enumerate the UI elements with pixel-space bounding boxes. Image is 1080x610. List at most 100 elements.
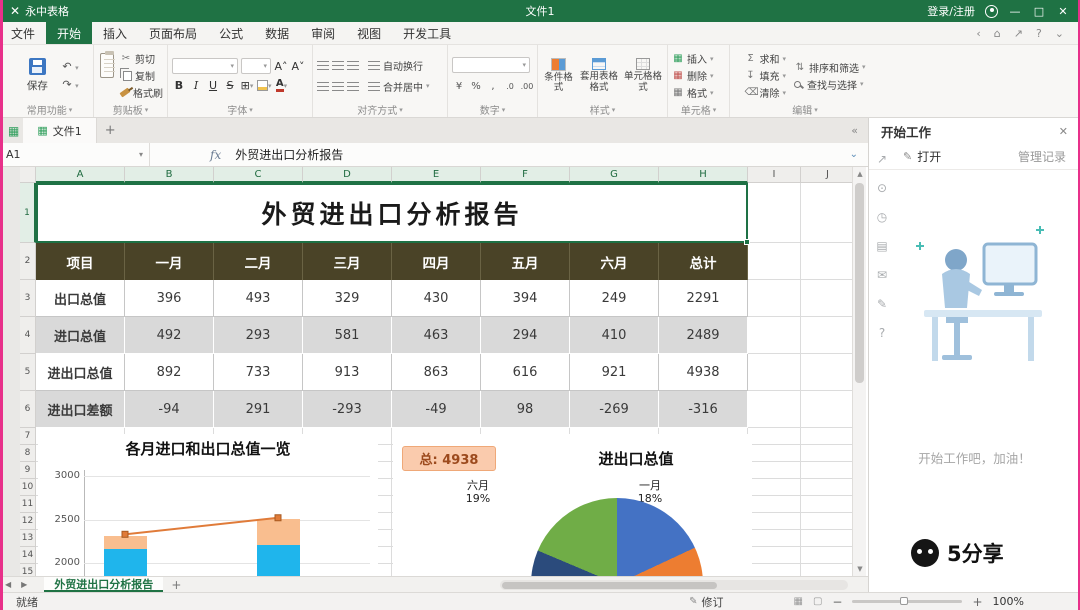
clear-button[interactable]: ⌫ 清除 ▾ [744, 85, 786, 100]
row-header-14[interactable]: 14 [20, 547, 36, 564]
strikethrough-button[interactable]: S [223, 78, 237, 93]
align-top-icon[interactable] [317, 60, 329, 70]
table-header-cell[interactable]: 五月 [481, 243, 570, 280]
menu-tab-开始[interactable]: 开始 [46, 22, 93, 44]
format-painter-button[interactable]: 格式刷 [119, 85, 163, 100]
namebox-dropdown-icon[interactable]: ▾ [139, 150, 143, 159]
bar-segment-upper[interactable] [104, 536, 147, 550]
formula-expand-icon[interactable]: ⌄ [850, 149, 858, 160]
column-header-E[interactable]: E [392, 167, 481, 183]
table-header-cell[interactable]: 四月 [392, 243, 481, 280]
column-header-I[interactable]: I [748, 167, 801, 183]
login-button[interactable]: 登录/注册 [927, 3, 975, 19]
menu-tab-页面布局[interactable]: 页面布局 [138, 22, 208, 44]
share-icon[interactable]: ↗ [1014, 27, 1023, 40]
table-header-cell[interactable]: 二月 [214, 243, 303, 280]
horizontal-scroll-thumb[interactable] [502, 581, 717, 589]
bar-chart[interactable]: 3000 2500 2000 各月进口和出口总值一览 [38, 434, 378, 576]
close-button[interactable]: ✕ [1056, 5, 1070, 18]
value-cell[interactable]: -316 [659, 391, 748, 428]
view-normal-icon[interactable]: ▦ [794, 596, 803, 607]
value-cell[interactable]: 4938 [659, 354, 748, 391]
row-label-cell[interactable]: 进出口差额 [36, 391, 125, 428]
row-header-5[interactable]: 5 [20, 354, 36, 391]
menu-tab-文件[interactable]: 文件 [0, 22, 46, 44]
redo-icon[interactable]: ↷ ▾ [62, 78, 78, 91]
value-cell[interactable]: 463 [392, 317, 481, 354]
align-middle-icon[interactable] [332, 60, 344, 70]
table-header-cell[interactable]: 一月 [125, 243, 214, 280]
sum-button[interactable]: Σ 求和 ▾ [744, 51, 786, 66]
value-cell[interactable]: 733 [214, 354, 303, 391]
align-bottom-icon[interactable] [347, 60, 359, 70]
add-sheet-button[interactable]: + [171, 578, 181, 592]
percent-button[interactable]: % [469, 79, 483, 94]
pane-toggle-icon[interactable]: « [851, 124, 858, 137]
name-box[interactable]: A1 ▾ [0, 143, 150, 166]
fill-color-button[interactable]: ▾ [257, 78, 272, 93]
manage-records-link[interactable]: 管理记录 [1018, 148, 1066, 165]
fill-handle[interactable] [744, 239, 750, 245]
value-cell[interactable]: 293 [214, 317, 303, 354]
format-cells-button[interactable]: ▦ 格式 ▾ [672, 85, 725, 100]
account-avatar-icon[interactable] [985, 4, 998, 18]
currency-button[interactable]: ¥ [452, 79, 466, 94]
value-cell[interactable]: 396 [125, 280, 214, 317]
value-cell[interactable]: 616 [481, 354, 570, 391]
view-page-icon[interactable]: ▢ [813, 596, 822, 607]
bar-segment-lower[interactable] [104, 549, 147, 576]
value-cell[interactable]: 410 [570, 317, 659, 354]
table-header-cell[interactable]: 总计 [659, 243, 748, 280]
bar-segment-upper[interactable] [257, 518, 300, 545]
font-color-button[interactable]: A ▾ [275, 78, 289, 93]
value-cell[interactable]: 430 [392, 280, 481, 317]
value-cell[interactable]: 394 [481, 280, 570, 317]
horizontal-scrollbar[interactable] [500, 580, 848, 590]
report-title-cell[interactable]: 外贸进出口分析报告 [36, 183, 748, 243]
bar-segment-lower[interactable] [257, 544, 300, 576]
row-header-1[interactable]: 1 [20, 183, 36, 243]
document-icon[interactable]: ▤ [876, 239, 887, 253]
row-header-10[interactable]: 10 [20, 479, 36, 496]
align-right-icon[interactable] [347, 81, 359, 91]
value-cell[interactable]: 329 [303, 280, 392, 317]
sheet-nav-next-icon[interactable]: ▶ [16, 580, 32, 589]
zoom-in-button[interactable]: + [972, 595, 982, 609]
value-cell[interactable]: -94 [125, 391, 214, 428]
vertical-scroll-thumb[interactable] [855, 183, 864, 383]
column-header-B[interactable]: B [125, 167, 214, 183]
table-header-cell[interactable]: 三月 [303, 243, 392, 280]
cut-button[interactable]: ✂ 剪切 [120, 51, 163, 66]
maximize-button[interactable]: □ [1032, 5, 1046, 18]
row-label-cell[interactable]: 进出口总值 [36, 354, 125, 391]
row-header-9[interactable]: 9 [20, 462, 36, 479]
borders-button[interactable]: ⊞ ▾ [240, 78, 254, 93]
column-header-D[interactable]: D [303, 167, 392, 183]
row-header-4[interactable]: 4 [20, 317, 36, 354]
italic-button[interactable]: I [189, 78, 203, 93]
column-header-A[interactable]: A [36, 167, 125, 183]
row-header-7[interactable]: 7 [20, 428, 36, 445]
row-header-3[interactable]: 3 [20, 280, 36, 317]
comma-button[interactable]: , [486, 79, 500, 94]
value-cell[interactable]: 98 [481, 391, 570, 428]
collapse-ribbon-icon[interactable]: ⌄ [1055, 27, 1064, 40]
value-cell[interactable]: -269 [570, 391, 659, 428]
column-header-C[interactable]: C [214, 167, 303, 183]
nav-back-icon[interactable]: ‹ [976, 27, 980, 40]
wrap-text-button[interactable]: 自动换行 [368, 58, 423, 73]
value-cell[interactable]: 249 [570, 280, 659, 317]
formula-input[interactable]: 外贸进出口分析报告 [235, 146, 343, 163]
column-header-J[interactable]: J [801, 167, 852, 183]
row-header-15[interactable]: 15 [20, 564, 36, 576]
comment-icon[interactable]: ✉ [877, 268, 887, 282]
menu-tab-审阅[interactable]: 审阅 [300, 22, 346, 44]
align-center-icon[interactable] [332, 81, 344, 91]
find-select-button[interactable]: 查找与选择 ▾ [794, 77, 866, 92]
row-label-cell[interactable]: 出口总值 [36, 280, 125, 317]
save-button[interactable]: 保存 [20, 49, 54, 102]
value-cell[interactable]: 2489 [659, 317, 748, 354]
value-cell[interactable]: -49 [392, 391, 481, 428]
value-cell[interactable]: -293 [303, 391, 392, 428]
document-tab[interactable]: ▦ 文件1 [23, 118, 97, 143]
